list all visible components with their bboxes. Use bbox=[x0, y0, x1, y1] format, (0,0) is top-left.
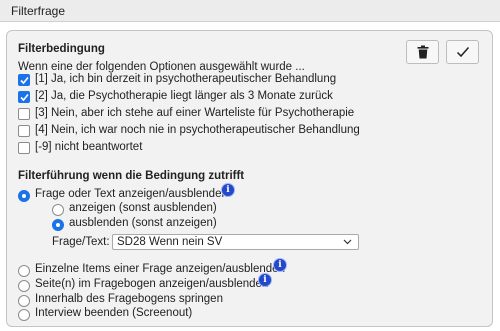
condition-intro: Wenn eine der folgenden Optionen ausgewä… bbox=[18, 61, 305, 73]
target-label: Frage/Text: bbox=[52, 236, 110, 248]
confirm-button[interactable] bbox=[446, 40, 479, 64]
check-icon bbox=[20, 93, 29, 102]
pages-radio[interactable] bbox=[18, 280, 30, 292]
show-hide-question-label: Frage oder Text anzeigen/ausblenden bbox=[35, 188, 228, 200]
trash-icon bbox=[417, 45, 428, 59]
pages-label: Seite(n) im Fragebogen anzeigen/ausblend… bbox=[35, 278, 269, 290]
option-2-checkbox[interactable] bbox=[18, 91, 30, 103]
suboption-hide-label: ausblenden (sonst anzeigen) bbox=[69, 217, 217, 229]
filter-panel: Filterbedingung Wenn eine der folgenden … bbox=[6, 30, 493, 327]
info-icon[interactable]: i bbox=[259, 274, 271, 286]
window-titlebar: Filterfrage bbox=[0, 0, 500, 22]
target-select[interactable]: SD28 Wenn nein SV bbox=[112, 234, 359, 250]
option-3-label: [3] Nein, aber ich stehe auf einer Warte… bbox=[35, 107, 355, 119]
option-4-label: [4] Nein, ich war noch nie in psychother… bbox=[35, 124, 360, 136]
show-hide-question-radio[interactable] bbox=[18, 190, 30, 202]
checkmark-icon bbox=[456, 47, 469, 58]
option-4-checkbox[interactable] bbox=[18, 125, 30, 137]
info-icon[interactable]: i bbox=[274, 259, 286, 271]
option-1-checkbox[interactable] bbox=[18, 74, 30, 86]
screenout-radio[interactable] bbox=[18, 309, 30, 321]
window-title: Filterfrage bbox=[11, 4, 66, 18]
option-5-checkbox[interactable] bbox=[18, 142, 30, 154]
screenout-label: Interview beenden (Screenout) bbox=[35, 307, 193, 319]
items-label: Einzelne Items einer Frage anzeigen/ausb… bbox=[35, 263, 285, 275]
action-heading: Filterführung wenn die Bedingung zutriff… bbox=[18, 170, 245, 182]
suboption-show-radio[interactable] bbox=[52, 204, 64, 216]
jump-radio[interactable] bbox=[18, 295, 30, 307]
suboption-show-label: anzeigen (sonst ausblenden) bbox=[69, 202, 217, 214]
option-3-checkbox[interactable] bbox=[18, 108, 30, 120]
info-icon[interactable]: i bbox=[222, 184, 234, 196]
items-radio[interactable] bbox=[18, 265, 30, 277]
option-2-label: [2] Ja, die Psychotherapie liegt länger … bbox=[35, 90, 333, 102]
option-5-label: [-9] nicht beantwortet bbox=[35, 141, 143, 153]
chevron-down-icon bbox=[343, 239, 352, 245]
condition-heading: Filterbedingung bbox=[18, 43, 105, 55]
suboption-hide-radio[interactable] bbox=[52, 219, 64, 231]
check-icon bbox=[20, 76, 29, 85]
target-select-value: SD28 Wenn nein SV bbox=[117, 236, 223, 248]
option-1-label: [1] Ja, ich bin derzeit in psychotherape… bbox=[35, 73, 337, 85]
delete-button[interactable] bbox=[406, 40, 439, 64]
jump-label: Innerhalb des Fragebogens springen bbox=[35, 293, 223, 305]
